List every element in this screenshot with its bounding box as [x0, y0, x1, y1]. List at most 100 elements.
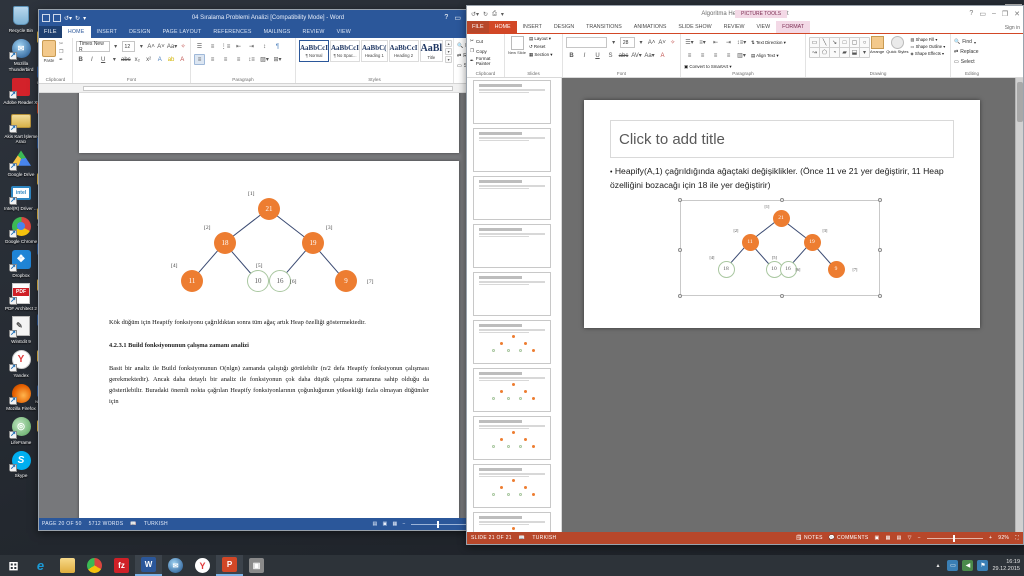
ppt-tab-review[interactable]: REVIEW [718, 21, 751, 33]
word-tab-page-layout[interactable]: PAGE LAYOUT [157, 26, 208, 38]
bold-icon[interactable]: B [566, 50, 577, 61]
ribbon-display-icon[interactable]: ▭ [979, 10, 986, 18]
word-status-bar[interactable]: PAGE 20 OF 50 5712 WORDS 📖 TURKISH ▤ ▣ ▦… [39, 518, 497, 530]
resize-handle-w[interactable] [678, 248, 682, 252]
help-icon[interactable]: ? [969, 10, 973, 18]
powerpoint-slide[interactable]: Click to add title • Heapify(A,1) çağrıl… [584, 100, 980, 328]
powerpoint-window[interactable]: ↺▾ ↻ ⎙ ▾ Algoritma Heapsort - PowerPoint… [466, 5, 1024, 545]
subscript-icon[interactable]: x₂ [133, 54, 142, 65]
font-name-dropdown-icon[interactable]: ▾ [112, 41, 120, 52]
reading-view-icon[interactable]: ▤ [897, 535, 902, 541]
paste-icon[interactable] [42, 40, 56, 57]
columns-icon[interactable]: ▥▾ [736, 50, 747, 61]
powerpoint-window-controls[interactable]: ? ▭ – ❐ ✕ [969, 10, 1020, 18]
word-style-0[interactable]: AaBbCcI ¶ Normal [299, 40, 329, 62]
ppt-select-button[interactable]: ▭ Select [954, 57, 990, 67]
slide-thumbnail[interactable] [473, 128, 551, 172]
text-direction-icon[interactable]: ⇅ Text Direction ▾ [751, 40, 786, 46]
change-case-icon[interactable]: Aa▾ [167, 41, 177, 52]
network-icon[interactable]: ▭ [947, 560, 959, 571]
bullets-icon[interactable]: ☰ [194, 41, 205, 52]
ppt-tab-home[interactable]: HOME [488, 21, 517, 33]
font-name-input[interactable]: Times New R [76, 41, 110, 53]
word-style-3[interactable]: AaBbCcI Heading 2 [388, 40, 419, 62]
align-text-icon[interactable]: ▤ Align Text ▾ [751, 53, 779, 59]
comments-button[interactable]: 💬 COMMENTS [829, 535, 869, 541]
ppt-tab-design[interactable]: DESIGN [548, 21, 580, 33]
print-layout-icon[interactable]: ▣ [382, 521, 387, 527]
word-status-language[interactable]: TURKISH [144, 521, 168, 527]
align-left-icon[interactable]: ≡ [684, 50, 695, 61]
highlight-icon[interactable]: ab [166, 54, 175, 65]
word-tab-references[interactable]: REFERENCES [207, 26, 257, 38]
zoom-out-icon[interactable]: − [918, 535, 921, 541]
slide-show-icon[interactable]: ▽ [908, 535, 912, 541]
ppt-tab-insert[interactable]: INSERT [517, 21, 548, 33]
zoom-in-icon[interactable]: + [989, 535, 992, 541]
powerpoint-file-tab[interactable]: FILE [467, 21, 489, 33]
word-tab-review[interactable]: REVIEW [297, 26, 331, 38]
restore-icon[interactable]: ❐ [1002, 10, 1008, 18]
align-right-icon[interactable]: ≡ [220, 54, 231, 65]
powerpoint-ribbon-tabs[interactable]: FILE PICTURE TOOLS HOME INSERT DESIGN TRANS… [467, 10, 1023, 34]
system-tray[interactable]: ▴ ▭ ◀ ⚑ 16:19 29.12.2015 [932, 559, 1024, 573]
italic-icon[interactable]: I [87, 54, 96, 65]
word-page-current[interactable]: 21 [1] 18 [2] 19 [3] 11 [4] 10 [5] 16 [6] 9 [7] Kök d… [79, 161, 459, 518]
redo-icon[interactable]: ↻ [75, 15, 80, 22]
word-status-page[interactable]: PAGE 20 OF 50 [42, 521, 82, 527]
slide-thumbnail[interactable] [473, 272, 551, 316]
slide-thumbnail[interactable] [473, 224, 551, 268]
increase-list-level-icon[interactable]: ⇥ [723, 37, 734, 48]
bullets-icon[interactable]: ☰▾ [684, 37, 695, 48]
slide-thumbnail[interactable] [473, 512, 551, 532]
word-tab-home[interactable]: HOME [61, 26, 91, 38]
ppt-status-zoom[interactable]: 92% [998, 535, 1009, 541]
text-effects-icon[interactable]: A [155, 54, 164, 65]
font-size-input[interactable]: 12 [121, 41, 136, 52]
powerpoint-status-bar[interactable]: SLIDE 21 OF 21 📖 TURKISH 🗒 NOTES 💬 COMME… [467, 532, 1023, 544]
ppt-tab-animations[interactable]: ANIMATIONS [628, 21, 673, 33]
resize-handle-n[interactable] [780, 198, 784, 202]
ppt-heap-tree-picture[interactable]: 21 [1] 11 [2] 19 [3] 18 [4] 10 [5] 16 [6] 9 [7] [678, 198, 882, 298]
grow-font-icon[interactable]: A˄ [147, 41, 155, 52]
shrink-font-icon[interactable]: A˅ [658, 37, 667, 48]
ppt-font-size-input[interactable]: 28 [619, 37, 635, 48]
justify-icon[interactable]: ≡ [723, 50, 734, 61]
show-marks-icon[interactable]: ¶ [272, 41, 283, 52]
taskbar-google-chrome[interactable] [81, 555, 108, 576]
desktop-icon-recycle-bin-icon[interactable]: Recycle Bin [1, 3, 41, 33]
slide-sorter-icon[interactable]: ▦ [886, 535, 891, 541]
customize-icon[interactable]: ▾ [83, 15, 86, 22]
powerpoint-vertical-scrollbar[interactable] [1015, 78, 1023, 532]
italic-icon[interactable]: I [579, 50, 590, 61]
align-left-icon[interactable]: ≡ [194, 54, 205, 65]
ppt-font-name-input[interactable] [566, 37, 608, 48]
strikethrough-icon[interactable]: abc [618, 50, 629, 61]
save-icon[interactable] [42, 14, 50, 22]
numbering-icon[interactable]: ≡▾ [697, 37, 708, 48]
copy-icon[interactable]: ❐ [470, 48, 474, 54]
slide-thumbnail[interactable] [473, 176, 551, 220]
resize-handle-s[interactable] [780, 294, 784, 298]
clear-formatting-icon[interactable]: ✧ [179, 41, 187, 52]
ppt-replace-button[interactable]: ⇄ Replace [954, 47, 990, 57]
borders-icon[interactable]: ⊞▾ [272, 54, 283, 65]
character-spacing-icon[interactable]: AV▾ [631, 50, 642, 61]
slide-thumbnail[interactable] [473, 320, 551, 364]
convert-to-smartart-icon[interactable]: ▣ Convert to SmartArt ▾ [684, 64, 732, 70]
powerpoint-slide-editor[interactable]: Click to add title • Heapify(A,1) çağrıl… [562, 78, 1023, 532]
justify-icon[interactable]: ≡ [233, 54, 244, 65]
resize-handle-sw[interactable] [678, 294, 682, 298]
word-tab-design[interactable]: DESIGN [123, 26, 157, 38]
underline-icon[interactable]: U [99, 54, 108, 65]
close-icon[interactable]: ✕ [1014, 10, 1020, 18]
word-tab-view[interactable]: VIEW [331, 26, 357, 38]
resize-handle-ne[interactable] [878, 198, 882, 202]
taskbar-microsoft-powerpoint[interactable]: P [216, 555, 243, 576]
taskbar-image-viewer[interactable]: ▣ [243, 555, 270, 576]
powerpoint-sign-in[interactable]: Sign in [1005, 25, 1020, 31]
shape-outline-icon[interactable]: ▭ Shape Outline ▾ [910, 44, 945, 49]
word-status-words[interactable]: 5712 WORDS [89, 521, 124, 527]
taskbar-filezilla[interactable]: fz [108, 555, 135, 576]
taskbar-mozilla-thunderbird[interactable]: ✉ [162, 555, 189, 576]
